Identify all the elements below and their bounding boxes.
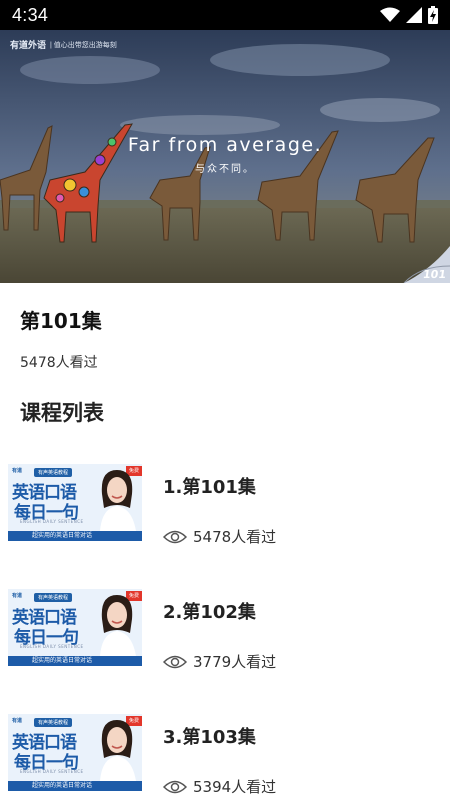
brand-logo: 有道外语 | 值心出带您出游每刻: [10, 38, 117, 51]
thumbnail-top-tag: 有声英语教程: [34, 718, 73, 727]
presenter-photo: [100, 720, 136, 781]
course-item-view-count: 5478人看过: [193, 528, 277, 546]
course-item-views: 5394人看过: [163, 776, 276, 797]
course-list-heading: 课程列表: [20, 401, 104, 425]
wifi-icon: [380, 7, 400, 23]
episode-title: 第101集: [20, 309, 102, 333]
thumbnail-bottom-banner: 超实用的英语日常对话: [8, 531, 142, 541]
course-item-title: 2.第102集: [163, 602, 256, 623]
episode-view-count: 5478人看过: [20, 355, 98, 371]
eye-icon: [163, 779, 187, 795]
brand-logo-subtext: | 值心出带您出游每刻: [50, 41, 117, 49]
status-time: 4:34: [12, 4, 49, 25]
thumbnail-top-tag: 有声英语教程: [34, 593, 73, 602]
thumbnail-logo: 有道: [12, 468, 23, 474]
banner-subheadline: 与众不同。: [195, 164, 255, 175]
banner-headline: Far from average.: [127, 134, 323, 156]
savanna-giraffes-illustration: [0, 30, 450, 283]
thumbnail-english-caption: ENGLISH DAILY SENTENCE: [20, 519, 84, 524]
thumbnail-english-caption: ENGLISH DAILY SENTENCE: [20, 644, 84, 649]
cellular-signal-icon: [406, 7, 422, 23]
thumbnail-logo: 有道: [12, 593, 23, 599]
course-item-view-count: 5394人看过: [193, 778, 277, 796]
course-item-views: 5478人看过: [163, 526, 276, 547]
eye-icon: [163, 654, 187, 670]
course-list-item[interactable]: 有道 有声英语教程 免费 英语口语 每日一句 ENGLISH DAILY SEN…: [0, 565, 450, 675]
status-icons: [380, 6, 438, 24]
course-item-views: 3779人看过: [163, 651, 276, 672]
thumbnail-bottom-banner: 超实用的英语日常对话: [8, 656, 142, 666]
thumbnail-english-caption: ENGLISH DAILY SENTENCE: [20, 769, 84, 774]
presenter-photo: [100, 470, 136, 531]
battery-charging-icon: [428, 6, 438, 24]
course-thumbnail: 有道 有声英语教程 免费 英语口语 每日一句 ENGLISH DAILY SEN…: [8, 464, 142, 541]
course-item-title: 3.第103集: [163, 727, 256, 748]
course-list-item[interactable]: 有道 有声英语教程 免费 英语口语 每日一句 ENGLISH DAILY SEN…: [0, 440, 450, 550]
course-item-title: 1.第101集: [163, 477, 256, 498]
thumbnail-bottom-banner: 超实用的英语日常对话: [8, 781, 142, 791]
course-thumbnail: 有道 有声英语教程 免费 英语口语 每日一句 ENGLISH DAILY SEN…: [8, 714, 142, 791]
course-item-view-count: 3779人看过: [193, 653, 277, 671]
presenter-photo: [100, 595, 136, 656]
status-bar: 4:34: [0, 0, 450, 30]
banner-episode-number: 101: [422, 268, 447, 281]
brand-logo-mark: 有道外语: [10, 40, 47, 50]
thumbnail-top-tag: 有声英语教程: [34, 468, 73, 477]
eye-icon: [163, 529, 187, 545]
banner-image[interactable]: 有道外语 | 值心出带您出游每刻 Far from average. 与众不同。…: [0, 30, 450, 283]
thumbnail-logo: 有道: [12, 718, 23, 724]
course-thumbnail: 有道 有声英语教程 免费 英语口语 每日一句 ENGLISH DAILY SEN…: [8, 589, 142, 666]
course-list-item[interactable]: 有道 有声英语教程 免费 英语口语 每日一句 ENGLISH DAILY SEN…: [0, 690, 450, 800]
